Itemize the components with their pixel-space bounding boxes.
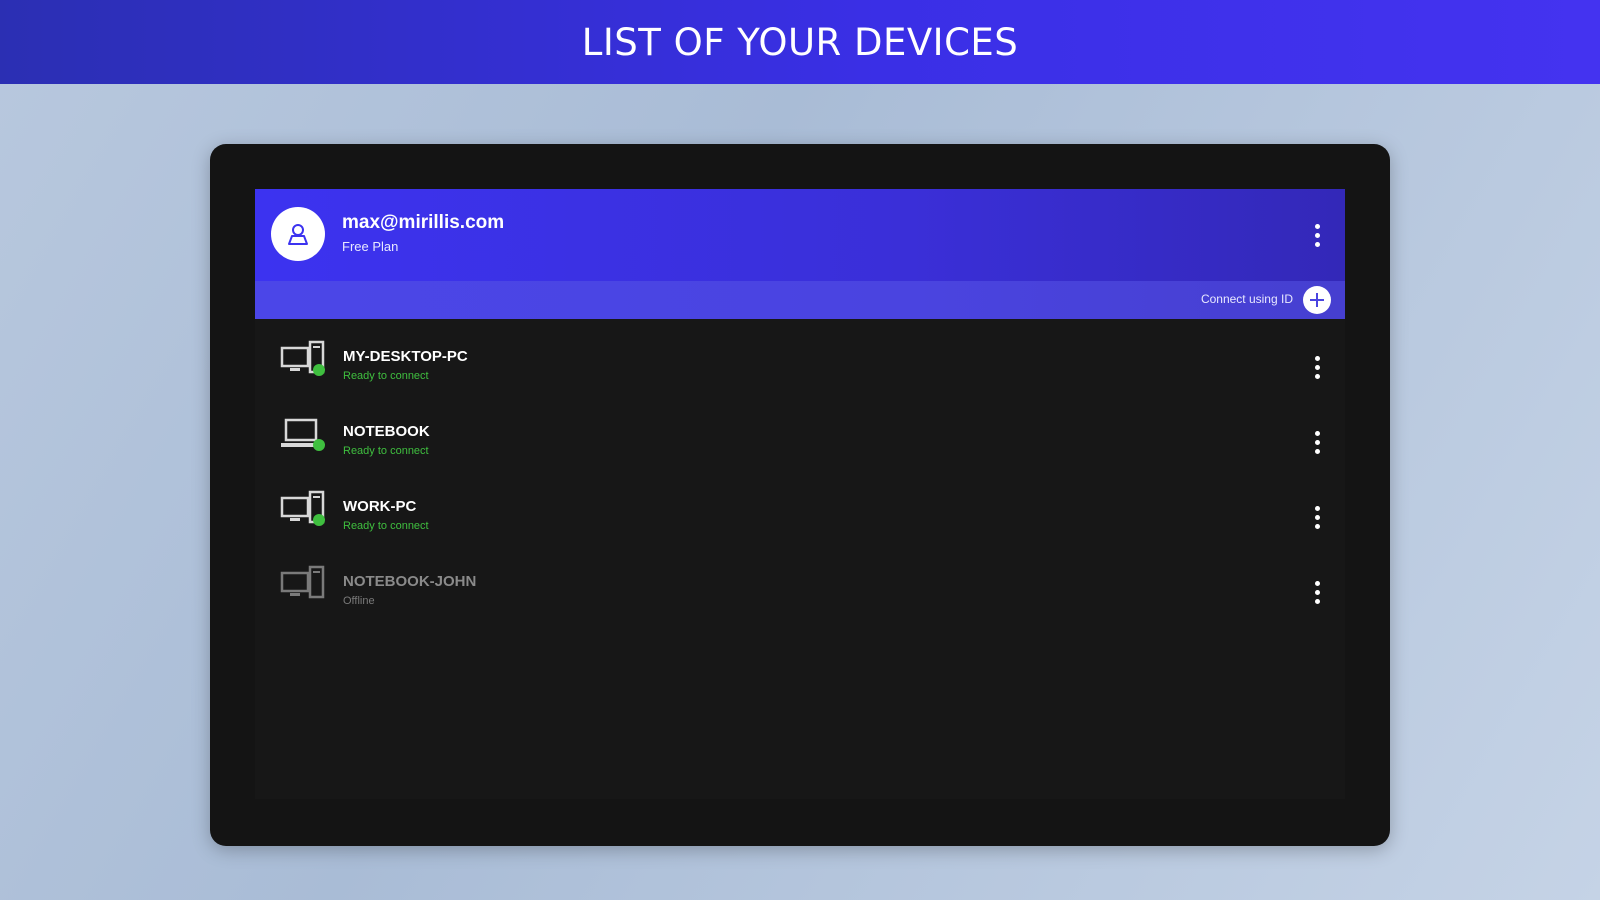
device-row-work-pc[interactable]: WORK-PC Ready to connect [255,469,1345,544]
device-menu-icon[interactable] [1307,499,1327,535]
top-banner: LIST OF YOUR DEVICES [0,0,1600,84]
device-menu-icon[interactable] [1307,424,1327,460]
device-menu-icon[interactable] [1307,574,1327,610]
account-menu-icon[interactable] [1307,217,1327,253]
desktop-tower-icon [280,565,325,599]
device-name: WORK-PC [343,498,417,515]
app-screen: max@mirillis.com Free Plan Connect using… [255,189,1345,799]
account-plan: Free Plan [342,239,399,254]
device-list: MY-DESKTOP-PC Ready to connect NOTEBOOK … [255,319,1345,619]
device-status: Ready to connect [343,445,429,457]
user-icon [288,224,308,245]
device-row-notebook[interactable]: NOTEBOOK Ready to connect [255,394,1345,469]
account-email: max@mirillis.com [342,212,505,233]
device-name: MY-DESKTOP-PC [343,348,468,365]
device-name: NOTEBOOK-JOHN [343,573,477,590]
account-header: max@mirillis.com Free Plan [255,189,1345,281]
online-status-dot [313,514,325,526]
device-menu-icon[interactable] [1307,349,1327,385]
device-row-notebook-john[interactable]: NOTEBOOK-JOHN Offline [255,544,1345,619]
device-status: Ready to connect [343,520,429,532]
online-status-dot [313,439,325,451]
connect-using-id-button[interactable] [1303,286,1331,314]
device-status: Offline [343,595,375,607]
user-avatar-icon[interactable] [271,207,325,261]
connect-using-id-label[interactable]: Connect using ID [1201,292,1293,306]
device-name: NOTEBOOK [343,423,430,440]
online-status-dot [313,364,325,376]
tablet-frame: max@mirillis.com Free Plan Connect using… [210,144,1390,846]
connect-bar: Connect using ID [255,281,1345,319]
device-status: Ready to connect [343,370,429,382]
banner-title: LIST OF YOUR DEVICES [581,20,1019,64]
device-row-my-desktop-pc[interactable]: MY-DESKTOP-PC Ready to connect [255,319,1345,394]
